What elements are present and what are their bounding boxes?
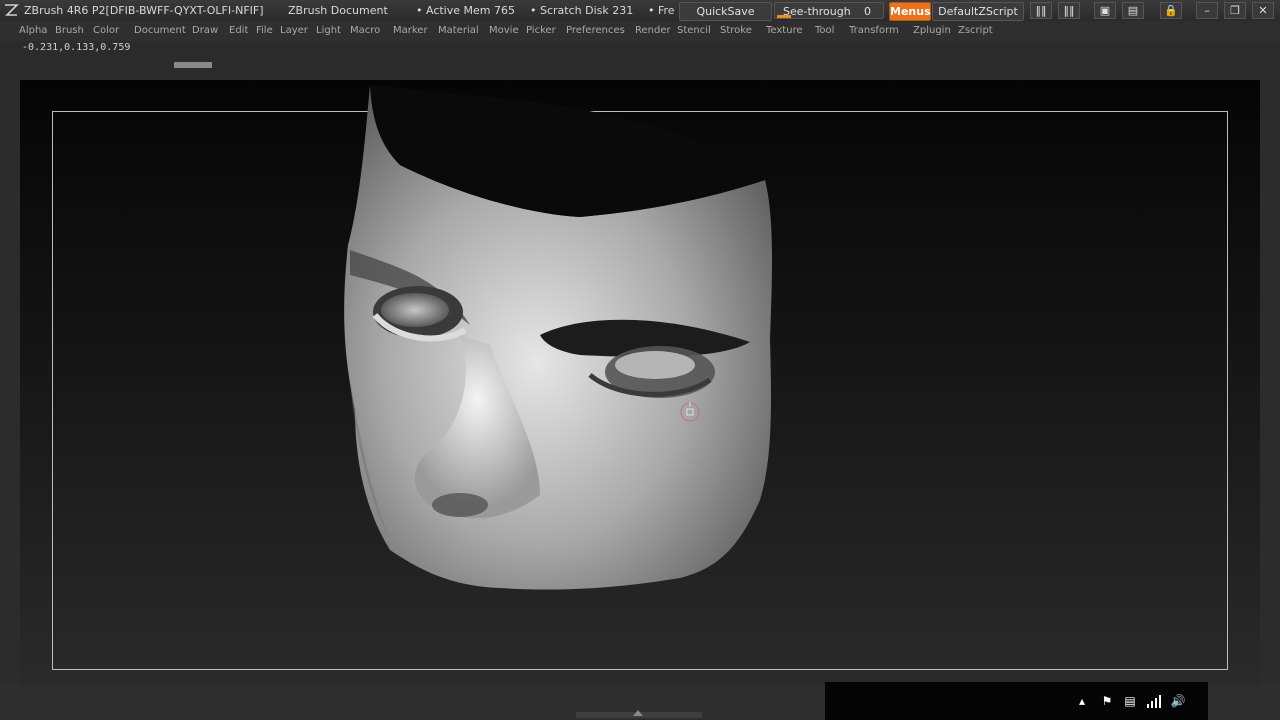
menu-zplugin[interactable]: Zplugin [913,21,951,41]
free-mem: • Fre [648,4,675,17]
right-tray[interactable] [1260,80,1280,686]
active-mem: • Active Mem 765 [416,4,515,17]
menu-layer[interactable]: Layer [280,21,308,41]
left-tray[interactable] [0,80,20,686]
document-canvas[interactable] [20,80,1260,686]
coordinate-readout: -0.231,0.133,0.759 [22,42,131,53]
title-bar: ZBrush 4R6 P2[DFIB-BWFF-QYXT-OLFI-NFIF] … [0,0,1280,21]
menu-tool[interactable]: Tool [815,21,834,41]
menu-alpha[interactable]: Alpha [19,21,47,41]
menu-color[interactable]: Color [93,21,119,41]
menu-file[interactable]: File [256,21,273,41]
clipboard-icon[interactable]: ▤ [1122,693,1138,709]
menu-picker[interactable]: Picker [526,21,556,41]
minimize-icon[interactable]: – [1196,2,1218,19]
menu-render[interactable]: Render [635,21,671,41]
flag-icon[interactable]: ⚑ [1099,693,1115,709]
bottom-tray-handle[interactable] [576,710,702,718]
default-zscript-button[interactable]: DefaultZScript [932,2,1024,21]
zbrush-logo-icon [5,4,19,16]
menu-preferences[interactable]: Preferences [566,21,625,41]
menu-stencil[interactable]: Stencil [677,21,711,41]
interface-icon[interactable]: ▣ [1094,2,1116,19]
menu-movie[interactable]: Movie [489,21,519,41]
menu-draw[interactable]: Draw [192,21,218,41]
menu-marker[interactable]: Marker [393,21,428,41]
menu-document[interactable]: Document [134,21,186,41]
quicksave-button[interactable]: QuickSave [679,2,772,21]
menus-button[interactable]: Menus [889,2,931,21]
see-through-value: 0 [864,5,871,18]
system-tray: ▴ ⚑ ▤ 🔊 [825,682,1208,720]
menu-brush[interactable]: Brush [55,21,84,41]
chevron-up-icon [633,710,643,716]
ui-layout-icon[interactable]: ▤ [1122,2,1144,19]
lock-icon[interactable]: 🔒 [1160,2,1182,19]
sculpted-face-mesh [344,85,773,590]
see-through-slider[interactable]: See-through 0 [774,2,884,19]
layout-right-icon[interactable]: ‖‖ [1058,2,1080,19]
menu-bar: Alpha Brush Color Document Draw Edit Fil… [0,21,1280,41]
scratch-disk: • Scratch Disk 231 [530,4,634,17]
close-icon[interactable]: ✕ [1252,2,1274,19]
menu-transform[interactable]: Transform [849,21,899,41]
menu-light[interactable]: Light [316,21,341,41]
menu-macro[interactable]: Macro [350,21,380,41]
signal-icon[interactable] [1146,693,1162,709]
volume-icon[interactable]: 🔊 [1170,693,1186,709]
document-title: ZBrush Document [288,4,388,17]
app-title: ZBrush 4R6 P2[DFIB-BWFF-QYXT-OLFI-NFIF] [24,4,264,17]
menu-texture[interactable]: Texture [766,21,803,41]
menu-material[interactable]: Material [438,21,479,41]
chevron-up-icon[interactable]: ▴ [1074,693,1090,709]
brush-cursor-icon [680,402,700,422]
top-shelf-scrollbar[interactable] [174,62,212,68]
see-through-label: See-through [783,5,851,18]
layout-left-icon[interactable]: ‖‖ [1030,2,1052,19]
see-through-indicator [777,15,791,18]
restore-icon[interactable]: ❐ [1224,2,1246,19]
menu-edit[interactable]: Edit [229,21,248,41]
menu-zscript[interactable]: Zscript [958,21,993,41]
menu-stroke[interactable]: Stroke [720,21,752,41]
